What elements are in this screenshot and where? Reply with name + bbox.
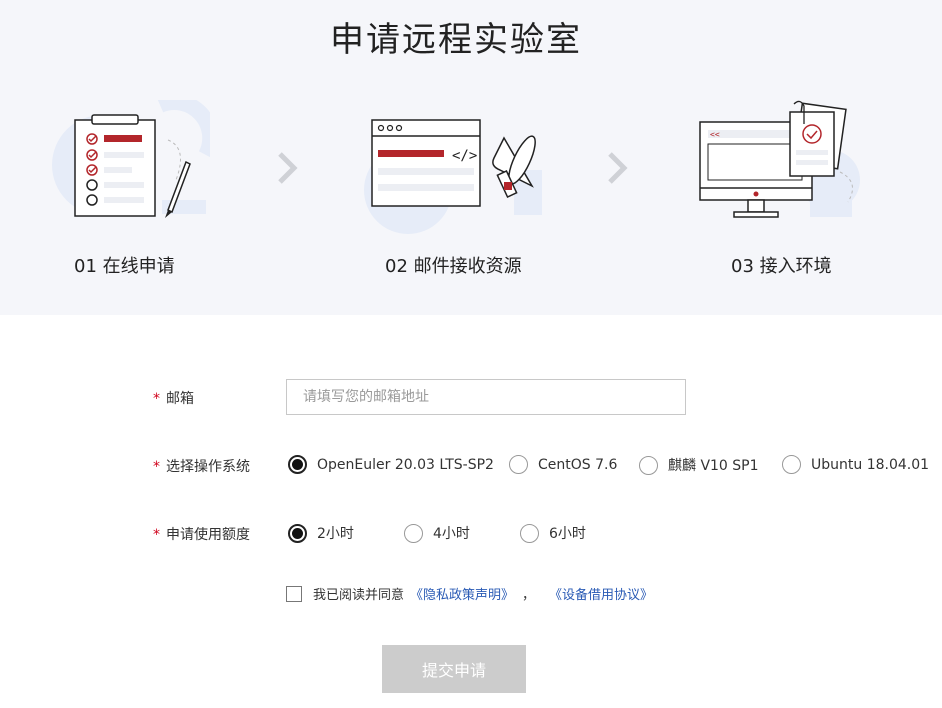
agreement-separator: ，	[522, 588, 536, 603]
quota-option-label: 6小时	[549, 526, 586, 542]
agreement-row: 我已阅读并同意 《隐私政策声明》 ， 《设备借用协议》	[286, 584, 653, 603]
chevron-right-icon	[608, 152, 628, 184]
quota-radio-2h[interactable]: 2小时	[288, 523, 354, 543]
os-option-label: OpenEuler 20.03 LTS-SP2	[317, 456, 494, 473]
privacy-policy-link[interactable]: 《隐私政策声明》	[410, 584, 514, 603]
email-megaphone-icon: </>	[364, 119, 542, 234]
quota-radio-4h[interactable]: 4小时	[404, 523, 470, 543]
svg-text:</>: </>	[452, 148, 477, 164]
quota-label: * 申请使用额度	[153, 524, 250, 544]
radio-icon	[509, 455, 528, 474]
page-title: 申请远程实验室	[330, 20, 582, 60]
radio-icon	[782, 455, 801, 474]
os-radio-openeuler[interactable]: OpenEuler 20.03 LTS-SP2	[288, 455, 494, 474]
submit-button[interactable]: 提交申请	[382, 645, 526, 693]
quota-option-label: 4小时	[433, 526, 470, 542]
os-option-label: Ubuntu 18.04.01	[811, 456, 930, 473]
os-label: * 选择操作系统	[153, 456, 250, 476]
radio-icon	[639, 455, 658, 475]
monitor-document-icon: <<	[699, 100, 860, 218]
radio-icon	[520, 523, 539, 543]
banner: 申请远程实验室 01 在线申请 </> 02 邮件接收资源 << 03 接入环境	[0, 0, 942, 315]
os-radio-ubuntu[interactable]: Ubuntu 18.04.01	[782, 455, 929, 474]
chevron-right-icon	[278, 152, 298, 184]
os-label-text: 选择操作系统	[166, 459, 250, 475]
agreement-checkbox[interactable]	[286, 585, 302, 602]
radio-selected-icon	[288, 523, 307, 543]
step-3-label: 03 接入环境	[731, 256, 832, 277]
device-agreement-link[interactable]: 《设备借用协议》	[549, 584, 653, 603]
required-mark: *	[153, 459, 160, 475]
svg-text:<<: <<	[710, 130, 720, 139]
os-option-label: CentOS 7.6	[538, 456, 618, 473]
step-2-label: 02 邮件接收资源	[385, 256, 522, 277]
clipboard-checklist-icon	[52, 100, 210, 218]
email-label-text: 邮箱	[166, 391, 194, 407]
required-mark: *	[153, 527, 160, 543]
required-mark: *	[153, 391, 160, 407]
email-input[interactable]	[286, 379, 686, 415]
quota-label-text: 申请使用额度	[166, 527, 250, 543]
radio-selected-icon	[288, 455, 307, 474]
os-option-label: 麒麟 V10 SP1	[668, 458, 759, 474]
quota-radio-6h[interactable]: 6小时	[520, 523, 586, 543]
step-1-label: 01 在线申请	[74, 256, 175, 277]
os-radio-kylin[interactable]: 麒麟 V10 SP1	[639, 455, 759, 475]
radio-icon	[404, 523, 423, 543]
agreement-text: 我已阅读并同意	[313, 588, 405, 603]
quota-option-label: 2小时	[317, 526, 354, 542]
email-label: * 邮箱	[153, 388, 194, 408]
os-radio-centos[interactable]: CentOS 7.6	[509, 455, 617, 474]
